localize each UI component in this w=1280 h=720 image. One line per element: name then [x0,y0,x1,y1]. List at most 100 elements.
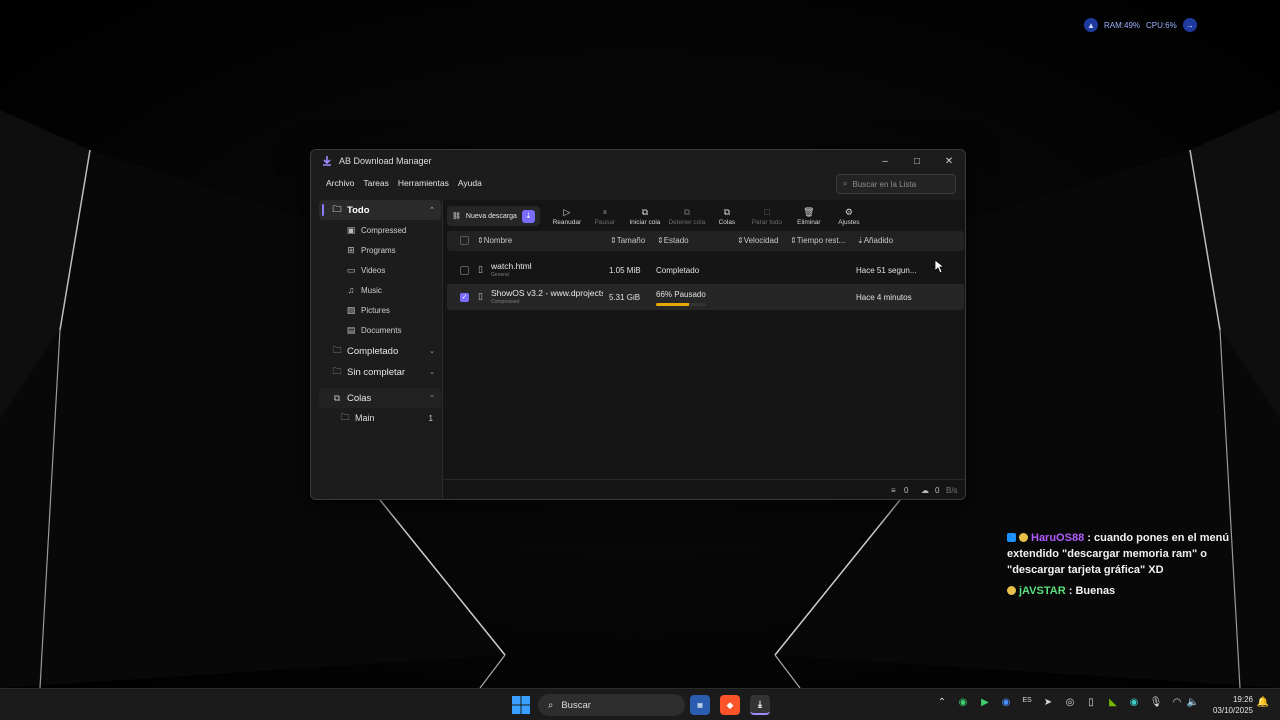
chat-text: : Buenas [1068,585,1116,597]
add-icon[interactable]: ⤓ [521,209,535,223]
wifi-icon[interactable]: ◠ [1169,697,1185,708]
column-header-name[interactable]: ⇕Nombre [477,236,512,245]
chevron-down-icon[interactable]: ⌄ [429,368,435,376]
sidebar-item-queues[interactable]: ⧉ Colas ⌃ [319,388,441,408]
brave-browser-icon[interactable]: ◆ [720,695,740,715]
language-icon[interactable]: ES [1019,697,1035,704]
chat-message: HaruOS88 : cuando pones en el menú exten… [1007,530,1257,578]
speed-value: 0 [935,486,940,495]
title-bar[interactable]: AB Download Manager – □ ✕ [311,150,965,172]
stop-all-label: Parar todo [751,218,783,226]
microphone-icon[interactable]: 🎙 [1148,697,1164,708]
row-checkbox[interactable] [460,266,469,275]
minimize-button[interactable]: – [869,150,901,172]
file-category: Compressed [491,299,520,305]
column-header-state[interactable]: ⇕Estado [657,236,689,245]
file-name: watch.html [491,261,532,271]
queues-button[interactable]: ⧉ Colas [708,207,746,226]
maximize-button[interactable]: □ [901,150,933,172]
stop-queue-button[interactable]: ⧉ Detener cola [666,207,708,226]
sidebar-item-music[interactable]: ♫ Music [319,280,441,300]
play-tray-icon[interactable]: ▶ [977,697,993,708]
sidebar-item-programs[interactable]: ⊞ Programs [319,240,441,260]
new-download-button[interactable]: ⛓ Nueva descarga ⤓ [447,206,540,226]
column-header-size[interactable]: ⇕Tamaño [610,236,645,245]
download-manager-taskbar-icon[interactable]: ⤓ [750,695,770,715]
file-added: Hace 51 segun... [856,266,917,275]
select-all-checkbox[interactable] [460,236,469,245]
trash-icon: 🗑 [803,206,815,217]
resume-button[interactable]: ▷ Reanudar [548,207,586,226]
start-queue-button[interactable]: ⧉ Iniciar cola [624,207,666,226]
discord-icon[interactable]: ◎ [1062,697,1078,708]
taskbar-search[interactable]: ⌕ Buscar [538,694,685,716]
search-input[interactable]: ⌕ Buscar en la Lista [836,174,956,194]
queues-label: Colas [718,218,736,226]
tray-app-icon[interactable]: ◉ [998,697,1014,708]
close-button[interactable]: ✕ [933,150,965,172]
sidebar-item-documents[interactable]: ▤ Documents [319,320,441,340]
news-app-icon[interactable]: ▦ [690,695,710,715]
system-monitor-widget[interactable]: ▲ RAM:49% CPU:6% → [1084,16,1197,34]
prime-badge-icon [1007,533,1016,542]
folder-icon: 🗀 [332,366,342,376]
link-icon: ⛓ [452,213,461,220]
download-manager-window: AB Download Manager – □ ✕ Archivo Tareas… [310,149,966,500]
sidebar-item-label: Music [361,285,382,295]
taskbar-clock[interactable]: 19:26 03/10/2025 [1205,694,1253,716]
column-header-speed[interactable]: ⇕Velocidad [737,236,778,245]
usb-icon[interactable]: ▯ [1083,697,1099,708]
column-header-time-left[interactable]: ⇕Tiempo rest... [790,236,845,245]
table-row[interactable]: ✓ ▯ ShowOS v3.2 - www.dprojects.... Comp… [447,284,964,310]
toolbar: ⛓ Nueva descarga ⤓ ▷ Reanudar ⏸ Pausar ⧉… [447,204,965,228]
table-row[interactable]: ▯ watch.html General 1.05 MiB Completado… [447,257,964,283]
sidebar-item-label: Colas [347,392,372,404]
telegram-icon[interactable]: ➤ [1040,697,1056,708]
sidebar-item-all[interactable]: 🗀 Todo ⌃ [319,200,441,220]
app-logo-icon [323,156,331,166]
sidebar: 🗀 Todo ⌃ ▣ Compressed ⊞ Programs ▭ Video… [319,200,441,499]
settings-label: Ajustes [838,218,860,226]
gear-icon: ⚙ [844,206,853,217]
settings-button[interactable]: ⚙ Ajustes [830,207,868,226]
stop-all-button[interactable]: □ Parar todo [746,207,788,226]
show-hidden-icons-chevron-icon[interactable]: ⌃ [934,697,950,708]
chat-message: jAVSTAR : Buenas [1007,583,1257,599]
sidebar-item-incomplete[interactable]: 🗀 Sin completar ⌄ [319,362,441,382]
windows-start-icon[interactable] [512,696,530,714]
sidebar-item-label: Main [355,413,375,423]
sidebar-item-pictures[interactable]: ▧ Pictures [319,300,441,320]
menu-herramientas[interactable]: Herramientas [398,178,449,188]
delete-label: Eliminar [797,218,821,226]
chevron-up-icon[interactable]: ⌃ [429,206,435,214]
folder-icon: 🗀 [332,345,342,355]
nvidia-icon[interactable]: ◣ [1105,697,1121,708]
sidebar-item-compressed[interactable]: ▣ Compressed [319,220,441,240]
tray-app-icon[interactable]: ◉ [1126,697,1142,708]
downloads-panel: ⛓ Nueva descarga ⤓ ▷ Reanudar ⏸ Pausar ⧉… [442,200,965,499]
row-checkbox[interactable]: ✓ [460,293,469,302]
menu-archivo[interactable]: Archivo [326,178,354,188]
chevron-up-icon[interactable]: ⌃ [429,394,435,402]
column-header-added[interactable]: ⇣Añadido [857,236,893,245]
pause-button[interactable]: ⏸ Pausar [586,207,624,226]
arrow-right-icon[interactable]: → [1182,18,1197,32]
sidebar-item-videos[interactable]: ▭ Videos [319,260,441,280]
sidebar-item-completed[interactable]: 🗀 Completado ⌄ [319,341,441,361]
tray-app-icon[interactable]: ◉ [955,697,971,708]
chevron-down-icon[interactable]: ⌄ [429,347,435,355]
sidebar-item-queue-main[interactable]: 🗀 Main 1 [319,408,441,428]
volume-icon[interactable]: 🔈 [1185,697,1201,708]
rocket-icon: ▲ [1084,18,1098,32]
menu-tareas[interactable]: Tareas [363,178,389,188]
delete-button[interactable]: 🗑 Eliminar [788,207,830,226]
stop-icon: □ [764,206,770,217]
sub-badge-icon [1019,533,1028,542]
notifications-icon[interactable]: 🔔 [1255,697,1271,708]
window-title: AB Download Manager [339,156,432,166]
ram-usage: RAM:49% [1104,20,1141,30]
image-icon: ▧ [346,304,356,315]
menu-ayuda[interactable]: Ayuda [458,178,482,188]
file-size: 5.31 GiB [609,293,641,302]
video-icon: ▭ [346,264,356,275]
